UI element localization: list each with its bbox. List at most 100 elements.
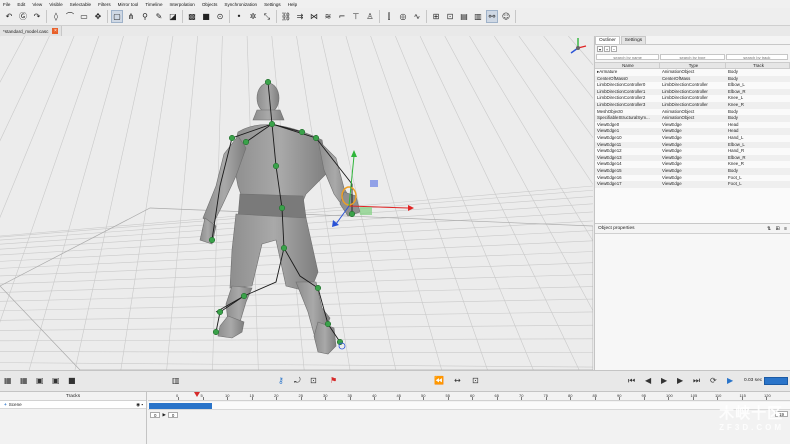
tab-settings[interactable]: Settings: [620, 36, 647, 44]
grid-icon[interactable]: ⊞: [430, 10, 442, 23]
outliner-row[interactable]: ViewEdge16 ViewEdge Foot_L: [595, 175, 790, 182]
joint-handle[interactable]: [240, 292, 248, 300]
user-icon[interactable]: ☺: [500, 10, 512, 23]
person-icon[interactable]: ♙: [364, 10, 376, 23]
start-frame-field[interactable]: 0: [150, 412, 161, 418]
undo-icon[interactable]: ↶: [3, 10, 15, 23]
joint-handle[interactable]: [216, 308, 224, 316]
bones-icon[interactable]: ⋔: [125, 10, 137, 23]
expand-icon[interactable]: +: [604, 46, 610, 52]
tab-outliner[interactable]: Outliner: [595, 36, 620, 44]
joint-handle[interactable]: [324, 320, 332, 328]
menu-item-view[interactable]: View: [32, 2, 42, 7]
scene-interval[interactable]: [149, 403, 212, 409]
joint-handle[interactable]: [228, 134, 236, 142]
curve-icon[interactable]: ∿: [411, 10, 423, 23]
flag-icon[interactable]: ⚑: [330, 376, 337, 385]
outliner-row[interactable]: LimbDirectionController0 LimbDirectionCon…: [595, 82, 790, 89]
outliner-row[interactable]: LimbDirectionController2 LimbDirectionCon…: [595, 95, 790, 102]
joint-handle[interactable]: [348, 210, 356, 218]
column-header-track[interactable]: Track: [726, 63, 790, 68]
menu-item-visible[interactable]: Visible: [49, 2, 62, 7]
arrows-icon[interactable]: ⇉: [294, 10, 306, 23]
menu-item-edit[interactable]: Edit: [17, 2, 25, 7]
joint-handle[interactable]: [312, 134, 320, 142]
joint-handle[interactable]: [280, 244, 288, 252]
graph-icon[interactable]: ▥: [172, 376, 180, 385]
document-tab[interactable]: *standard_model.casc ×: [0, 26, 63, 36]
arrows-icon[interactable]: ↔: [454, 376, 461, 385]
scale-icon[interactable]: ⤡: [261, 10, 273, 23]
outliner-row[interactable]: ViewEdge0 ViewEdge Head: [595, 122, 790, 129]
menu-item-objects[interactable]: Objects: [202, 2, 218, 7]
move-view-icon[interactable]: ✥: [92, 10, 104, 23]
search-by-type-input[interactable]: [660, 54, 725, 60]
menu-item-timeline[interactable]: Timeline: [145, 2, 162, 7]
joint-handle[interactable]: [208, 236, 216, 244]
snap-icon[interactable]: ⊡: [444, 10, 456, 23]
collapse-icon[interactable]: −: [611, 46, 617, 52]
view-axes-icon[interactable]: [570, 38, 587, 54]
outliner-row[interactable]: ViewEdge17 ViewEdge Foot_L: [595, 181, 790, 188]
select-icon[interactable]: Ⓖ: [17, 10, 29, 23]
column-header-type[interactable]: Type: [660, 63, 726, 68]
scene-track-lane[interactable]: [148, 402, 790, 410]
outliner-row[interactable]: SpecifiableStructuralSym... AnimationObje…: [595, 115, 790, 122]
menu-item-file[interactable]: File: [3, 2, 10, 7]
track-row-scene[interactable]: + Scene ◉ ▪: [0, 401, 146, 409]
menu-icon[interactable]: ≡: [784, 226, 787, 232]
ik-fk-icon[interactable]: ⊡: [310, 376, 317, 385]
pivot-icon[interactable]: ⊙: [214, 10, 226, 23]
outliner-row[interactable]: ViewEdge1 ViewEdge Head: [595, 128, 790, 135]
copy-icon[interactable]: ▣: [36, 376, 44, 385]
next-frame-icon[interactable]: ▶: [677, 376, 683, 385]
pin-icon[interactable]: ⊞: [776, 226, 780, 232]
camera-icon[interactable]: ◪: [167, 10, 179, 23]
menu-item-synchronization[interactable]: Synchronization: [224, 2, 257, 7]
outliner-row[interactable]: LimbDirectionController1 LimbDirectionCon…: [595, 88, 790, 96]
local-icon[interactable]: ▥: [472, 10, 484, 23]
joint-handle[interactable]: [314, 284, 322, 292]
menu-item-selectable[interactable]: Selectable: [70, 2, 91, 7]
fk-icon[interactable]: ⋈: [308, 10, 320, 23]
rect-select-icon[interactable]: ▢: [111, 10, 123, 23]
loop-icon[interactable]: ⟳: [710, 376, 717, 385]
filter-icon[interactable]: ▾: [597, 46, 603, 52]
menu-item-interpolation[interactable]: Interpolation: [170, 2, 195, 7]
joint-handle[interactable]: [264, 78, 272, 86]
eye-icon[interactable]: ◉ ▪: [136, 402, 143, 408]
joint-handle[interactable]: [278, 204, 286, 212]
key-icon[interactable]: ⚷: [278, 376, 284, 385]
joint-handle[interactable]: [212, 328, 220, 336]
outliner-row[interactable]: ViewEdge12 ViewEdge Hand_R: [595, 148, 790, 155]
add-keyframe-icon[interactable]: ▦: [4, 376, 12, 385]
column-header-name[interactable]: Name: [595, 63, 660, 68]
outliner-row[interactable]: CenterOfMass0 CenterOfMass Body: [595, 75, 790, 83]
search-by-name-input[interactable]: [596, 54, 660, 60]
paste-icon[interactable]: ▣: [52, 376, 60, 385]
playhead[interactable]: [194, 392, 200, 397]
mirror-icon[interactable]: ⚯: [486, 10, 498, 23]
outliner-row[interactable]: ViewEdge15 ViewEdge Body: [595, 167, 790, 175]
search-by-track-input[interactable]: [725, 54, 788, 60]
outliner-row[interactable]: MeshObject0 AnimationObject Body: [595, 109, 790, 116]
outliner-row[interactable]: ViewEdge11 ViewEdge Elbow_L: [595, 141, 790, 149]
speed-slider[interactable]: [764, 377, 788, 385]
cube-icon[interactable]: ■: [200, 10, 212, 23]
display-icon[interactable]: ▤: [458, 10, 470, 23]
dot-icon[interactable]: •: [233, 10, 245, 23]
prev-frame-icon[interactable]: ◀: [645, 376, 651, 385]
outliner-row[interactable]: ViewEdge10 ViewEdge Hand_L: [595, 135, 790, 142]
joint-handle[interactable]: [242, 138, 250, 146]
sort-icon[interactable]: ⇅: [767, 226, 771, 232]
transform-gizmo[interactable]: [332, 150, 414, 227]
lasso-icon[interactable]: ⚲: [139, 10, 151, 23]
last-frame-icon[interactable]: ⏭: [693, 376, 700, 386]
joint-handle[interactable]: [272, 162, 280, 170]
ik-icon[interactable]: ≋: [322, 10, 334, 23]
symmetry-icon[interactable]: ⫿: [383, 10, 395, 23]
realtime-icon[interactable]: ▶: [727, 376, 733, 385]
menu-item-help[interactable]: Help: [288, 2, 297, 7]
outliner-row[interactable]: ViewEdge14 ViewEdge Knee_R: [595, 161, 790, 168]
menu-item-mirror-tool[interactable]: Mirror tool: [118, 2, 139, 7]
